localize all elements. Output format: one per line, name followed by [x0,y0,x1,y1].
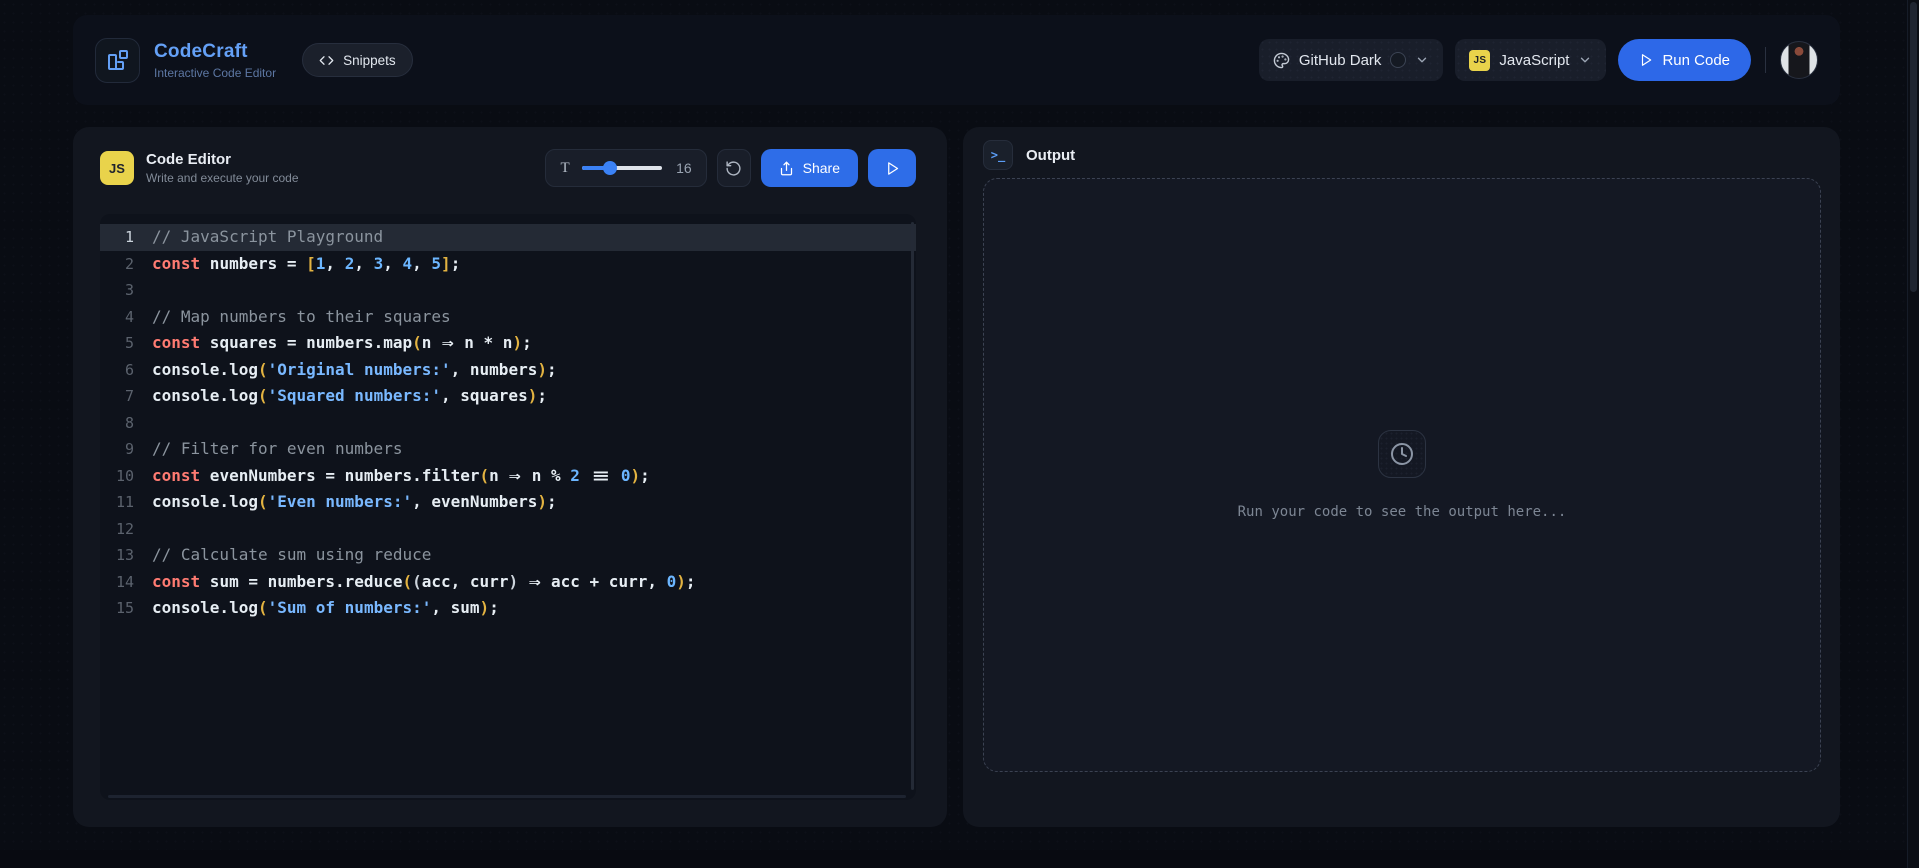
line-number: 9 [124,440,134,458]
play-icon [885,161,900,176]
blocks-icon [106,48,130,72]
code-line[interactable]: 15 console.log('Sum of numbers:', sum); [100,595,916,622]
snippets-button[interactable]: Snippets [302,43,413,77]
output-console: Run your code to see the output here... [983,178,1821,772]
brand: CodeCraft Interactive Code Editor [154,41,276,80]
rotate-ccw-icon [725,160,742,177]
editor-panel: JS Code Editor Write and execute your co… [73,127,947,827]
line-number: 3 [124,281,134,299]
code-line[interactable]: 12 [100,516,916,543]
theme-swatch [1390,52,1407,68]
user-avatar[interactable] [1780,41,1818,79]
code-line[interactable]: 9 // Filter for even numbers [100,436,916,463]
line-content: console.log('Squared numbers:', squares)… [152,386,547,405]
share-icon [779,161,794,176]
run-code-label: Run Code [1662,51,1730,69]
line-content: const sum = numbers.reduce((acc, curr) ⇒… [152,571,696,591]
share-button[interactable]: Share [760,149,858,187]
app-logo [95,37,140,83]
footer-band [0,850,1919,868]
editor-horizontal-scrollbar[interactable] [108,795,906,798]
page-scrollbar-thumb[interactable] [1910,2,1917,292]
slider-thumb[interactable] [603,161,618,175]
code-line[interactable]: 14 const sum = numbers.reduce((acc, curr)… [100,569,916,596]
output-title: Output [1026,146,1076,164]
app-header: CodeCraft Interactive Code Editor Snippe… [73,15,1840,105]
page-scrollbar[interactable] [1907,0,1919,868]
line-content: const numbers = [1, 2, 3, 4, 5]; [152,253,461,273]
line-content: console.log('Sum of numbers:', sum); [152,598,499,617]
editor-run-button[interactable] [868,149,916,187]
line-number: 11 [115,493,134,511]
code-lines: 1 // JavaScript Playground 2 const numbers … [100,224,916,622]
line-number: 14 [115,572,134,591]
play-icon [1639,53,1653,67]
code-line[interactable]: 8 [100,410,916,437]
editor-js-badge: JS [100,151,134,185]
line-content: console.log('Original numbers:', numbers… [152,359,557,379]
app-window: CodeCraft Interactive Code Editor Snippe… [0,0,1919,868]
chevron-down-icon [1578,53,1592,67]
line-number: 1 [124,228,134,246]
line-number: 5 [124,334,134,352]
run-code-button[interactable]: Run Code [1618,39,1751,81]
app-title: CodeCraft [154,40,248,62]
code-line[interactable]: 2 const numbers = [1, 2, 3, 4, 5]; [100,251,916,278]
code-line[interactable]: 5 const squares = numbers.map(n ⇒ n * n); [100,330,916,357]
editor-vertical-scrollbar[interactable] [911,222,914,790]
line-content: // JavaScript Playground [152,227,384,246]
editor-toolbar: T 16 Share [545,149,916,187]
clock-icon [1390,442,1414,466]
line-number: 13 [115,546,134,564]
line-number: 4 [124,307,134,326]
line-number: 10 [115,466,134,485]
line-number: 12 [115,519,134,538]
line-number: 2 [124,254,134,273]
line-content: const squares = numbers.map(n ⇒ n * n); [152,333,532,352]
chevron-down-icon [1415,53,1429,67]
share-label: Share [802,160,840,176]
js-badge: JS [1469,49,1491,71]
code-line[interactable]: 13 // Calculate sum using reduce [100,542,916,569]
output-empty-message: Run your code to see the output here... [1237,504,1567,520]
reset-button[interactable] [716,149,751,187]
header-divider [1765,47,1766,73]
line-number: 7 [124,387,134,405]
terminal-icon: >_ [983,140,1013,170]
code-line[interactable]: 6 console.log('Original numbers:', number… [100,357,916,384]
palette-icon [1273,52,1290,69]
line-content: // Filter for even numbers [152,439,403,458]
language-selector[interactable]: JS JavaScript [1455,39,1607,81]
language-label: JavaScript [1499,51,1570,69]
code-line[interactable]: 3 [100,277,916,304]
output-header: >_ Output [983,140,1075,170]
app-subtitle: Interactive Code Editor [154,65,277,80]
line-content: // Calculate sum using reduce [152,545,432,564]
font-size-slider[interactable] [581,161,662,175]
line-number: 6 [124,360,134,379]
theme-label: GitHub Dark [1298,51,1382,69]
code-icon [319,53,334,68]
font-size-value: 16 [676,160,692,176]
line-content: const evenNumbers = numbers.filter(n ⇒ n… [152,465,650,485]
clock-icon-box [1378,430,1426,478]
font-size-control: T 16 [545,149,707,187]
type-icon: T [560,159,570,176]
code-line[interactable]: 4 // Map numbers to their squares [100,304,916,331]
line-content: console.log('Even numbers:', evenNumbers… [152,492,557,511]
line-content: // Map numbers to their squares [152,306,451,326]
code-line[interactable]: 1 // JavaScript Playground [100,224,916,251]
code-editor-area[interactable]: 1 // JavaScript Playground 2 const numbers … [100,214,916,800]
code-line[interactable]: 11 console.log('Even numbers:', evenNumbe… [100,489,916,516]
snippets-label: Snippets [343,52,396,68]
editor-subtitle: Write and execute your code [146,171,299,185]
editor-title: Code Editor [146,151,231,168]
code-line[interactable]: 10 const evenNumbers = numbers.filter(n ⇒… [100,463,916,490]
output-panel: >_ Output Run your code to see the outpu… [963,127,1840,827]
editor-header: JS Code Editor Write and execute your co… [100,148,916,188]
line-number: 15 [115,599,134,617]
line-number: 8 [124,413,134,432]
code-line[interactable]: 7 console.log('Squared numbers:', squares… [100,383,916,410]
theme-selector[interactable]: GitHub Dark [1258,39,1444,81]
